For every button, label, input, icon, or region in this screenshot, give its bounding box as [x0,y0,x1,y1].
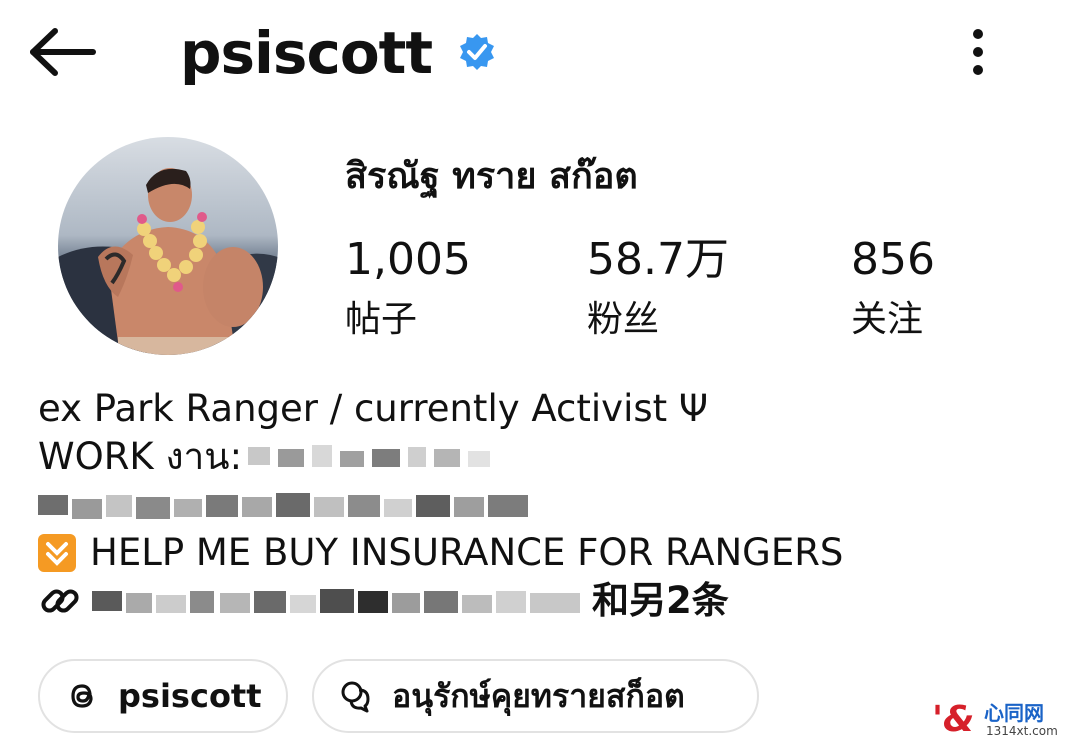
back-button[interactable] [24,22,100,82]
watermark-url: 1314xt.com [986,724,1058,738]
following-count: 856 [851,234,935,285]
watermark-name: 心同网 [984,701,1044,725]
verified-badge-icon [460,34,494,70]
arrow-left-icon [30,28,96,76]
posts-count: 1,005 [345,234,471,285]
link-icon [41,589,79,613]
stat-posts[interactable]: 1,005 帖子 [345,232,471,344]
redacted-text [248,445,491,467]
bio-line-1: ex Park Ranger / currently Activist Ψ [38,387,709,430]
threads-button[interactable]: psiscott [38,659,288,733]
bio-line-3 [38,481,998,529]
following-label: 关注 [851,299,924,340]
double-arrow-down-icon [38,534,76,572]
bio-link-line[interactable]: 和另2条 [38,577,998,625]
avatar-photo [58,137,278,355]
followers-count: 58.7万 [587,234,729,285]
stat-following[interactable]: 856 关注 [851,232,935,344]
channel-label: อนุรักษ์คุยทรายสก็อต [392,676,685,715]
bio-work-prefix: WORK งาน: [38,435,243,478]
bio-line-4: HELP ME BUY INSURANCE FOR RANGERS [38,529,998,577]
watermark: '& 心同网 1314xt.com [932,700,1068,740]
watermark-logo: '& [932,699,975,740]
stat-followers[interactable]: 58.7万 粉丝 [587,232,729,344]
profile-avatar[interactable] [58,137,278,355]
bio-help-text: HELP ME BUY INSURANCE FOR RANGERS [90,531,844,574]
followers-label: 粉丝 [587,299,660,340]
bio-link-more: 和另2条 [592,579,729,622]
top-bar: psiscott [0,0,1071,110]
threads-icon [71,684,93,708]
bio-line-2: WORK งาน: [38,433,998,481]
redacted-text [38,493,528,519]
broadcast-channel-button[interactable]: อนุรักษ์คุยทรายสก็อต [312,659,759,733]
more-options-button[interactable] [955,22,1001,82]
chat-bubbles-icon [341,681,370,713]
profile-username: psiscott [180,19,433,87]
profile-bio: ex Park Ranger / currently Activist Ψ WO… [38,385,998,625]
posts-label: 帖子 [345,299,418,340]
threads-label: psiscott [118,677,262,715]
more-vertical-icon [973,29,983,75]
profile-full-name: สิรณัฐ ทราย สก๊อต [345,156,638,197]
redacted-link [92,589,580,613]
